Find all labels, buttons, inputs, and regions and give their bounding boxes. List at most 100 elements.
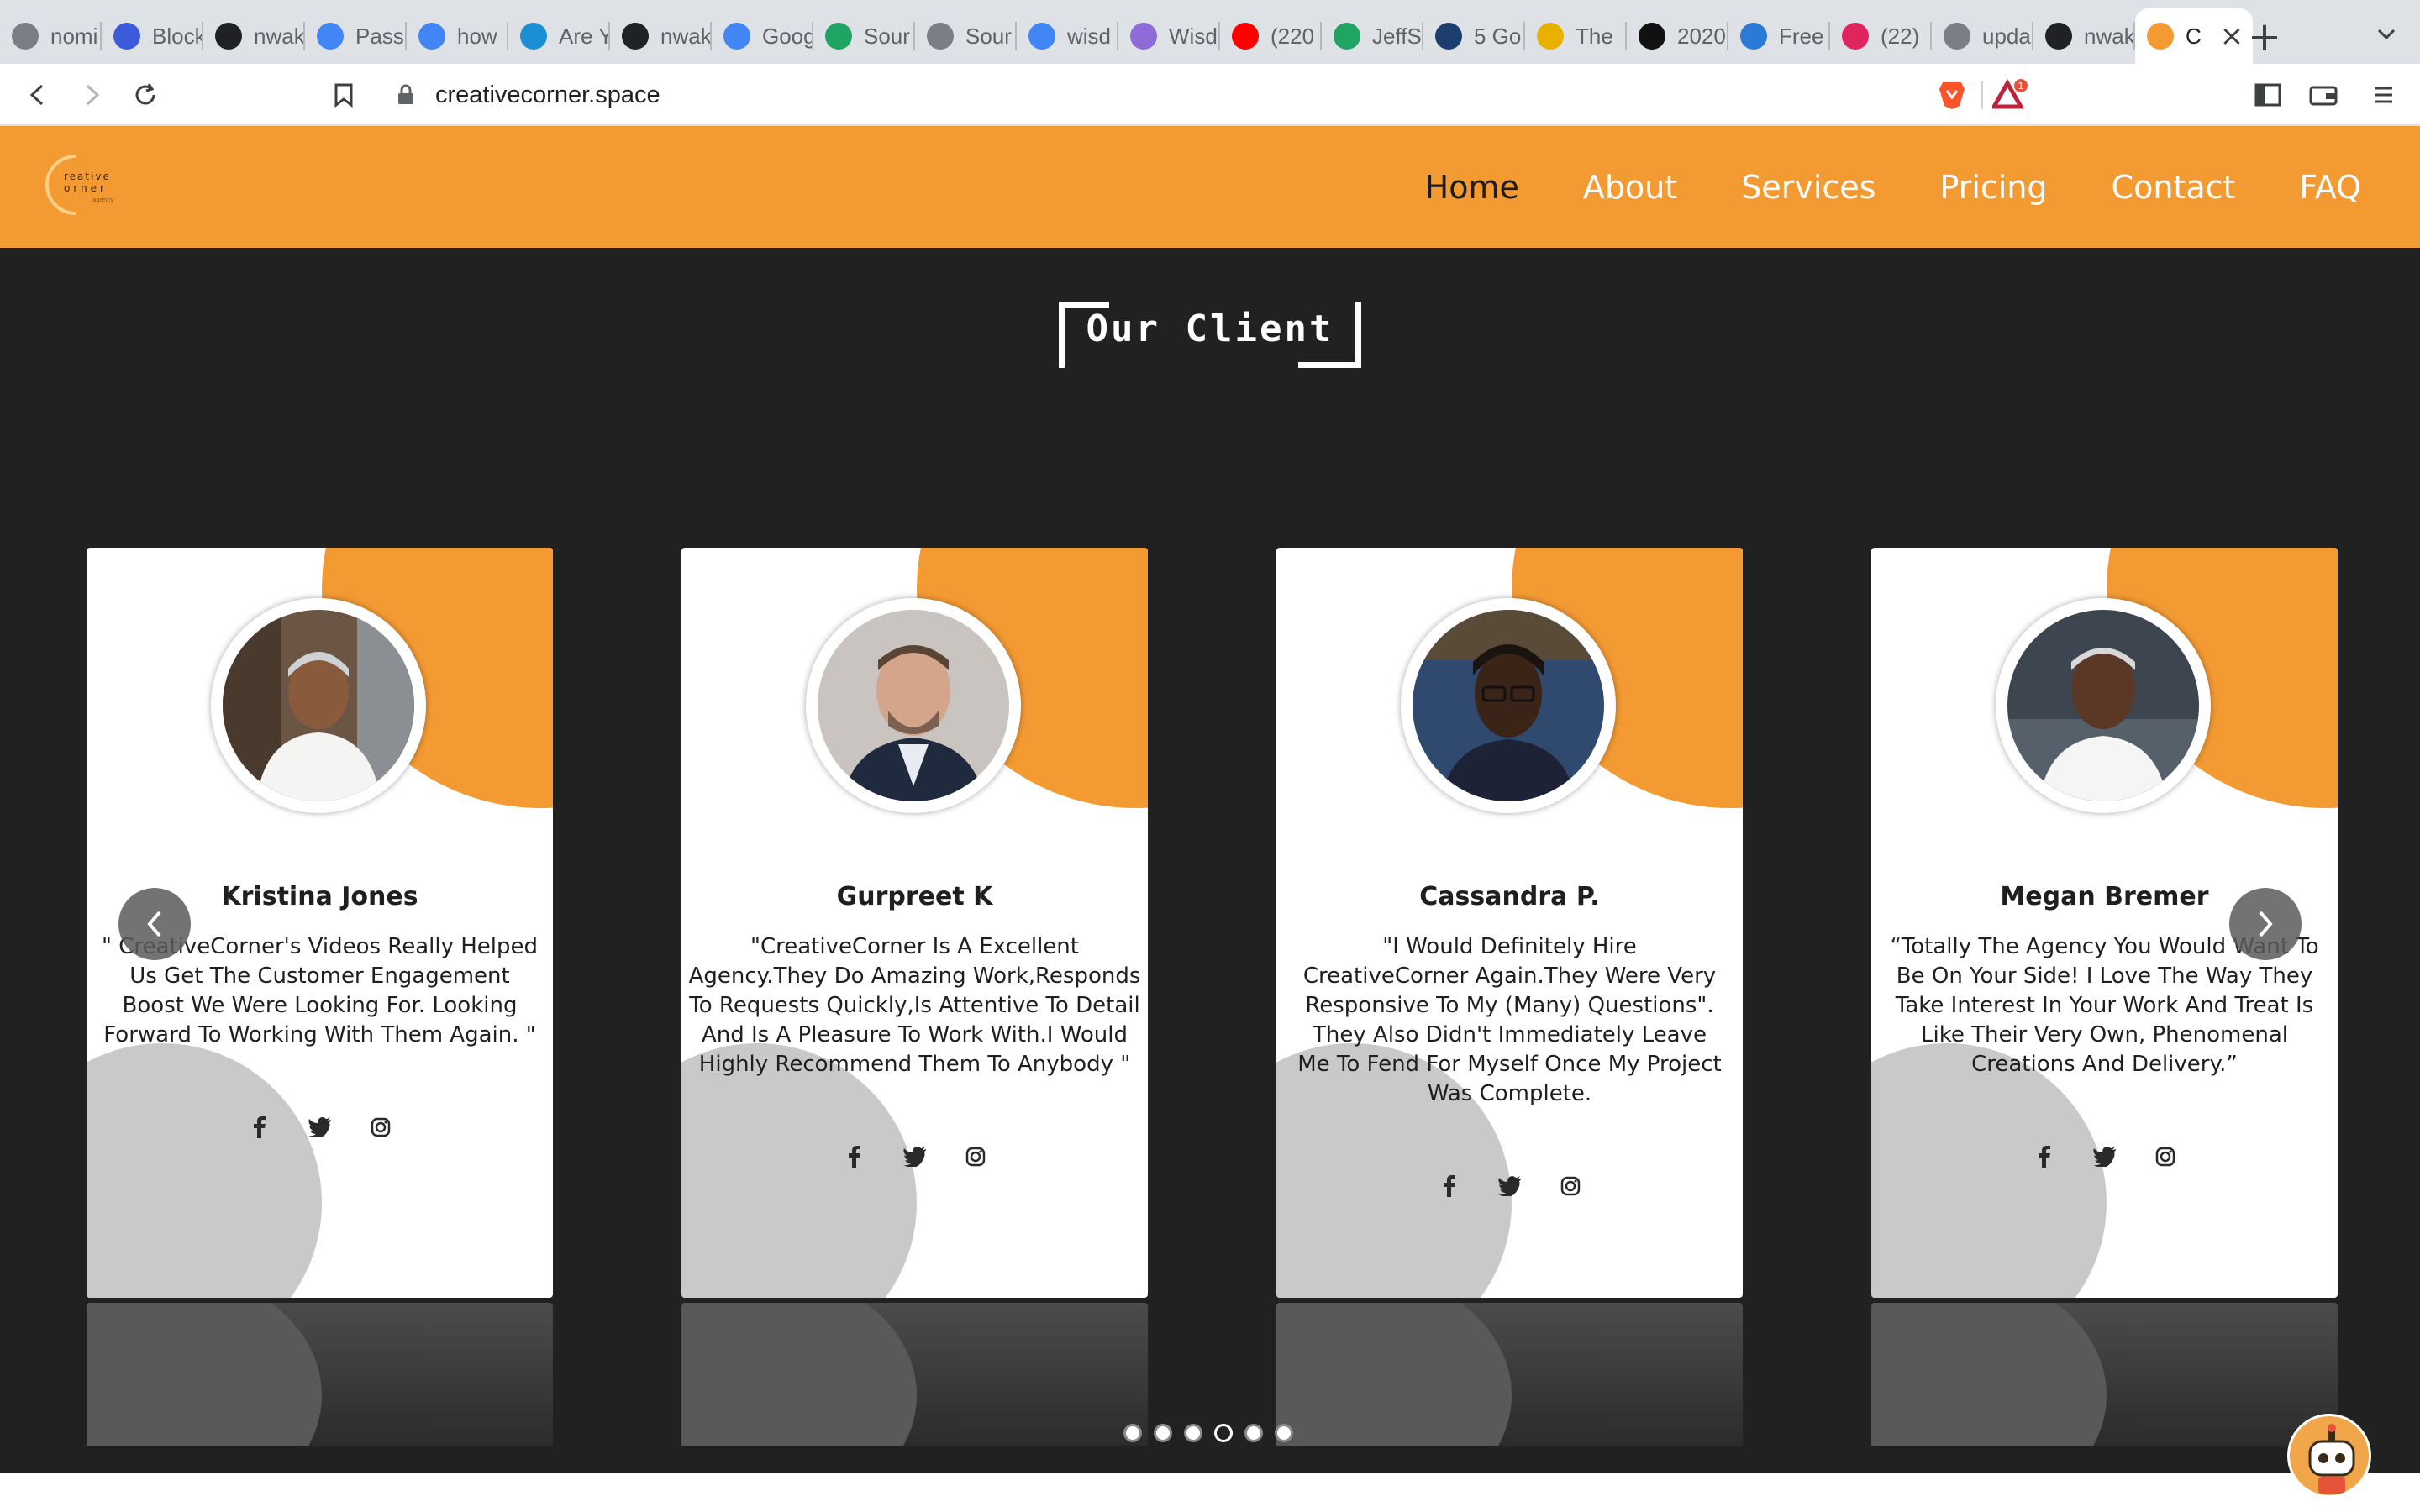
browser-tab[interactable]: C × [2135,8,2253,64]
pagination-dot[interactable] [1214,1424,1233,1442]
pagination-dot[interactable] [1154,1424,1172,1442]
browser-tab[interactable]: how [407,8,508,64]
tab-title: upda [1982,23,2031,49]
browser-tab[interactable]: Wisd [1118,8,1220,64]
testimonials-section: Our Client Kristina Jones " CreativeCorn… [0,248,2420,1473]
browser-tab[interactable]: Are Y [508,8,610,64]
browser-tab[interactable]: nomi [0,8,102,64]
nav-contact[interactable]: Contact [2112,169,2236,206]
new-tab-button[interactable]: + [2244,17,2286,59]
twitter-icon[interactable] [305,1112,335,1142]
logo-text-line-1: reative [64,171,111,182]
reload-button[interactable] [124,74,166,116]
bookmark-button[interactable] [323,74,365,116]
creativecorner-logo[interactable]: reative orner agency [42,151,134,218]
site-header: reative orner agency Home About Services… [0,126,2420,248]
carousel-prev-button[interactable] [118,888,191,960]
twitter-icon[interactable] [1495,1171,1525,1201]
tab-title: The [1576,23,1613,49]
forward-button[interactable] [71,74,113,116]
facebook-icon[interactable] [245,1112,275,1142]
reload-icon [135,83,155,105]
menu-button[interactable] [2363,74,2405,116]
browser-tab[interactable]: Pass [305,8,407,64]
drive-icon [825,23,852,50]
address-bar[interactable]: creativecorner.space [378,71,1983,119]
google-icon [723,23,750,50]
tab-title: nwak [2084,23,2135,49]
browser-tab[interactable]: (220 [1220,8,1322,64]
browser-tab[interactable]: upda [1932,8,2033,64]
hamburger-menu-icon [2375,87,2392,103]
nav-services[interactable]: Services [1741,169,1876,206]
card-reflection [681,1303,1148,1446]
client-photo-gurpreet [818,610,1009,801]
browser-tab[interactable]: The [1525,8,1627,64]
browser-tab[interactable]: Block [102,8,203,64]
youtube-icon [1232,23,1259,50]
logo-text-line-3: agency [92,197,113,203]
facebook-icon[interactable] [839,1142,870,1172]
creativecorner-icon [2147,23,2174,50]
client-photo-megan [2007,610,2199,801]
social-links [681,1142,1148,1172]
twitter-icon[interactable] [2090,1142,2120,1172]
tab-title: Block [152,23,203,49]
back-button[interactable] [17,74,59,116]
rewards-triangle-icon: 1 [1992,78,2028,109]
shield-check-icon [1740,23,1767,50]
pagination-dot[interactable] [1244,1424,1263,1442]
pagination-dot[interactable] [1123,1424,1142,1442]
github-icon [215,23,242,50]
twitter-icon[interactable] [900,1142,930,1172]
instagram-icon[interactable] [366,1112,396,1142]
facebook-icon[interactable] [1434,1171,1465,1201]
browser-tab[interactable]: Free [1728,8,1830,64]
wallet-button[interactable] [2302,74,2344,116]
browser-tab[interactable]: 5 Go [1423,8,1525,64]
browser-tab[interactable]: nwak [203,8,305,64]
carousel-next-button[interactable] [2229,888,2302,960]
nav-about[interactable]: About [1583,169,1677,206]
browser-tab[interactable]: Sour [813,8,915,64]
sidebar-button[interactable] [2247,74,2289,116]
close-tab-icon[interactable]: × [2220,19,2244,53]
browser-tab[interactable]: 2020 [1627,8,1728,64]
address-divider [1981,81,1983,109]
u-icon [1639,23,1665,50]
nav-home[interactable]: Home [1425,169,1519,206]
avatar [806,598,1021,813]
chat-widget-button[interactable] [2287,1414,2371,1498]
card-reflection [1276,1303,1743,1446]
instagram-icon[interactable] [2150,1142,2181,1172]
tab-title: Free [1779,23,1824,49]
browser-tab[interactable]: JeffS [1322,8,1423,64]
nav-faq[interactable]: FAQ [2299,169,2361,206]
brave-shields-button[interactable] [1931,74,1973,116]
browser-tab[interactable]: Sour [915,8,1017,64]
browser-tab[interactable]: Goog [712,8,813,64]
browser-tab[interactable]: wisd [1017,8,1118,64]
instagram-icon[interactable] [960,1142,991,1172]
wallet-icon [2309,86,2338,106]
pagination-dot[interactable] [1275,1424,1293,1442]
brave-rewards-button[interactable]: 1 [1990,74,2032,116]
browser-tab[interactable]: nwak [610,8,712,64]
social-links [87,1112,553,1142]
tab-search-button[interactable] [2370,22,2403,55]
mk-icon [520,23,547,50]
browser-tab[interactable]: nwak [2033,8,2135,64]
pagination-dot[interactable] [1184,1424,1202,1442]
browser-tab[interactable]: (22) [1830,8,1932,64]
section-title-text: Our Client [1086,307,1334,350]
bookmark-icon [334,83,353,108]
chevron-left-icon [147,911,161,937]
tab-title: Goog [762,23,813,49]
logo-text-line-2: orner [64,182,108,194]
chevron-right-icon [2259,911,2273,937]
instagram-icon[interactable] [1555,1171,1586,1201]
facebook-icon[interactable] [2029,1142,2060,1172]
tab-title: C [2186,23,2202,49]
nav-pricing[interactable]: Pricing [1939,169,2047,206]
badge-icon [1842,23,1869,50]
